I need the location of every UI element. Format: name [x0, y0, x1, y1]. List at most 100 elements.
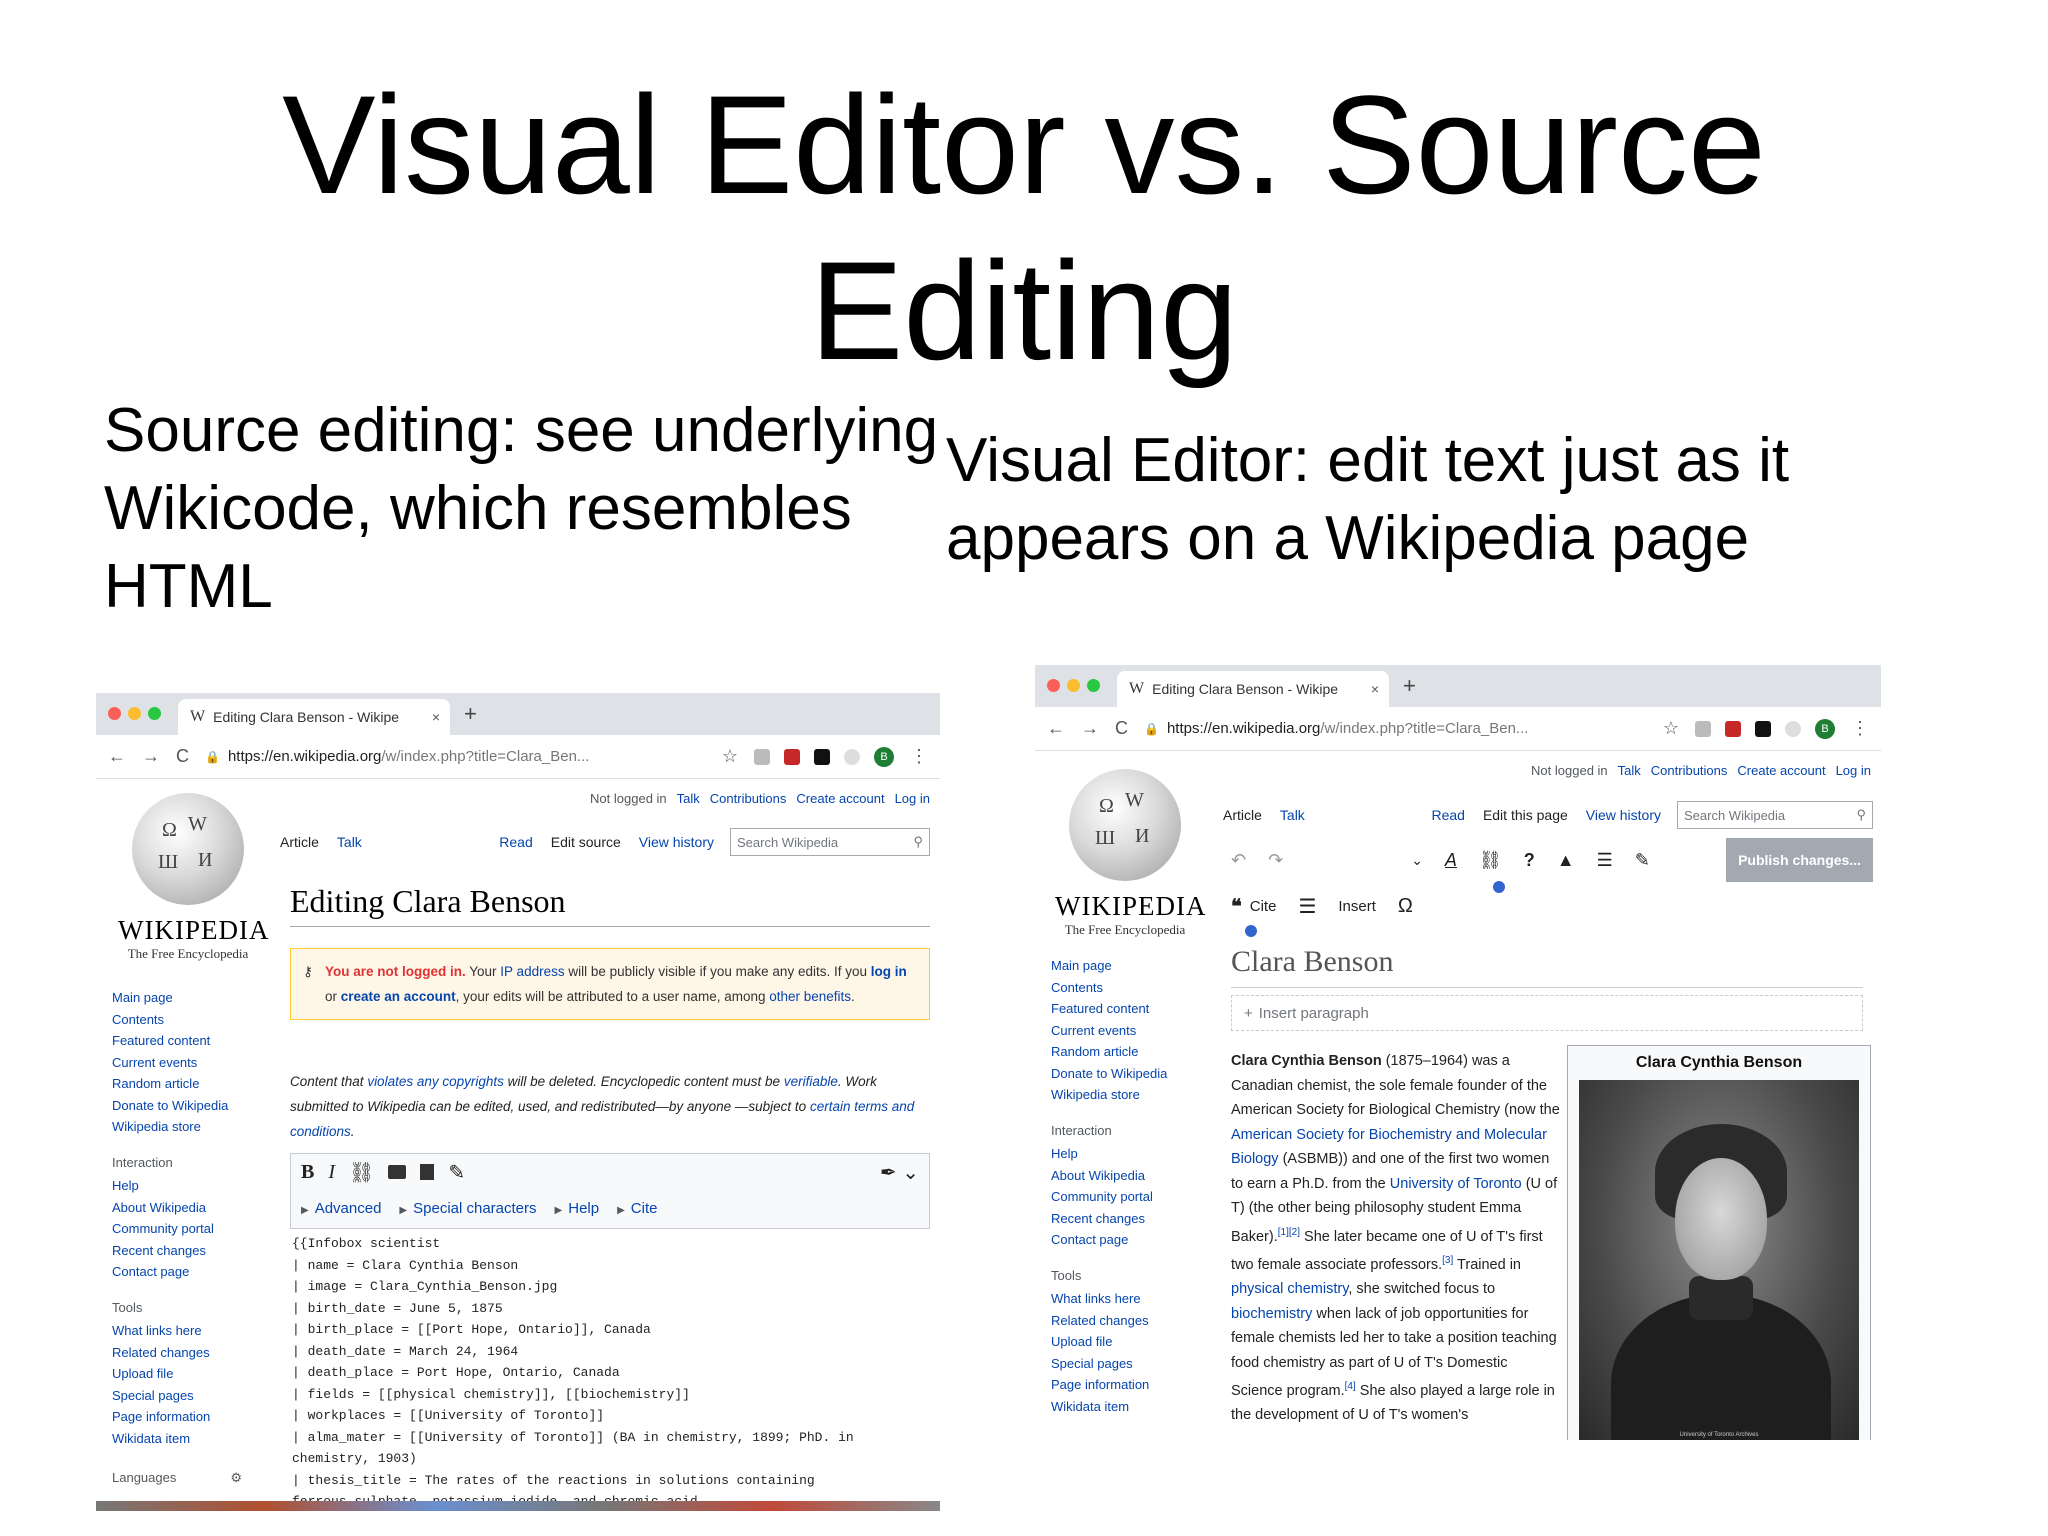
- minimize-window-button[interactable]: [1067, 679, 1080, 692]
- back-icon[interactable]: ←: [108, 746, 126, 767]
- publish-changes-button[interactable]: Publish changes...: [1726, 838, 1873, 882]
- browser-tab[interactable]: W Editing Clara Benson - Wikipe ×: [178, 699, 450, 735]
- search-icon[interactable]: ⚲: [1856, 807, 1866, 823]
- editing-mode-switch-icon[interactable]: ✒ ⌄: [880, 1160, 919, 1185]
- sidebar-item-donate[interactable]: Donate to Wikipedia: [112, 1095, 242, 1117]
- italic-button[interactable]: I: [328, 1161, 335, 1184]
- sidebar-item-recent-changes[interactable]: Recent changes: [112, 1240, 242, 1262]
- copyrights-link[interactable]: violates any copyrights: [367, 1074, 504, 1089]
- sidebar-item-help[interactable]: Help: [1051, 1143, 1167, 1165]
- insert-paragraph-button[interactable]: + Insert paragraph: [1231, 995, 1863, 1031]
- sidebar-item-current-events[interactable]: Current events: [1051, 1020, 1167, 1042]
- sidebar-item-featured-content[interactable]: Featured content: [112, 1030, 242, 1052]
- sidebar-item-special-pages[interactable]: Special pages: [112, 1385, 242, 1407]
- notice-create-account-link[interactable]: create an account: [341, 989, 456, 1004]
- sidebar-item-about[interactable]: About Wikipedia: [1051, 1165, 1167, 1187]
- undo-icon[interactable]: ↶: [1231, 850, 1246, 871]
- special-character-omega-icon[interactable]: Ω: [1398, 895, 1413, 918]
- paragraph-format-chevron-icon[interactable]: ⌄: [1411, 852, 1423, 869]
- toolbar-cite[interactable]: ▶ Cite: [617, 1200, 657, 1217]
- extension-icon[interactable]: [1725, 720, 1741, 737]
- text-style-button[interactable]: A: [1445, 850, 1457, 871]
- close-window-button[interactable]: [1047, 679, 1060, 692]
- contributions-link[interactable]: Contributions: [710, 791, 787, 806]
- forward-icon[interactable]: →: [1081, 718, 1099, 739]
- physical-chemistry-link[interactable]: physical chemistry: [1231, 1281, 1348, 1297]
- infobox[interactable]: Clara Cynthia Benson University of Toron…: [1567, 1045, 1871, 1440]
- talk-link[interactable]: Talk: [677, 791, 700, 806]
- list-icon[interactable]: ☰: [1298, 894, 1316, 919]
- search-input[interactable]: Search Wikipedia ⚲: [730, 828, 930, 856]
- new-tab-button[interactable]: +: [464, 701, 477, 727]
- close-tab-icon[interactable]: ×: [432, 709, 440, 725]
- sidebar-item-community-portal[interactable]: Community portal: [1051, 1186, 1167, 1208]
- article-paragraph[interactable]: Clara Cynthia Benson (1875–1964) was a C…: [1231, 1049, 1561, 1428]
- warning-icon[interactable]: ▲: [1557, 850, 1575, 871]
- biochemistry-link[interactable]: biochemistry: [1231, 1306, 1312, 1322]
- other-benefits-link[interactable]: other benefits: [769, 989, 851, 1004]
- sidebar-item-contact[interactable]: Contact page: [1051, 1229, 1167, 1251]
- login-link[interactable]: Log in: [895, 791, 930, 806]
- verifiable-link[interactable]: verifiable: [784, 1074, 838, 1089]
- wikitext-textarea[interactable]: {{Infobox scientist | name = Clara Cynth…: [292, 1233, 932, 1511]
- redo-icon[interactable]: ↷: [1268, 850, 1283, 871]
- bold-button[interactable]: B: [301, 1161, 314, 1184]
- bookmark-star-icon[interactable]: ☆: [722, 746, 738, 767]
- tab-article[interactable]: Article: [1223, 807, 1262, 823]
- close-tab-icon[interactable]: ×: [1371, 681, 1379, 697]
- edit-mode-pencil-icon[interactable]: ✎: [1635, 850, 1650, 871]
- bookmark-star-icon[interactable]: ☆: [1663, 718, 1679, 739]
- sidebar-item-recent-changes[interactable]: Recent changes: [1051, 1208, 1167, 1230]
- extension-icon[interactable]: [1695, 720, 1711, 737]
- sidebar-item-store[interactable]: Wikipedia store: [112, 1116, 242, 1138]
- page-title[interactable]: Clara Benson: [1231, 945, 1863, 988]
- sidebar-item-donate[interactable]: Donate to Wikipedia: [1051, 1063, 1167, 1085]
- toolbar-help[interactable]: ▶ Help: [555, 1200, 600, 1217]
- tab-read[interactable]: Read: [1431, 807, 1464, 823]
- extension-icon[interactable]: [1755, 720, 1771, 737]
- extension-icon[interactable]: [784, 748, 800, 765]
- ip-address-link[interactable]: IP address: [500, 964, 564, 979]
- url-field[interactable]: 🔒 https://en.wikipedia.org/w/index.php?t…: [1144, 720, 1647, 737]
- link-icon[interactable]: ⛓: [1479, 850, 1502, 871]
- extension-icon[interactable]: [754, 748, 770, 765]
- tab-read[interactable]: Read: [499, 834, 532, 850]
- sidebar-item-store[interactable]: Wikipedia store: [1051, 1084, 1167, 1106]
- contributions-link[interactable]: Contributions: [1651, 763, 1728, 778]
- login-link[interactable]: Log in: [1836, 763, 1871, 778]
- search-icon[interactable]: ⚲: [913, 834, 923, 850]
- extension-icon[interactable]: [1785, 720, 1801, 737]
- minimize-window-button[interactable]: [128, 707, 141, 720]
- language-settings-gear-icon[interactable]: ⚙: [230, 1467, 242, 1489]
- reload-icon[interactable]: C: [176, 746, 189, 767]
- sidebar-item-wikidata[interactable]: Wikidata item: [112, 1428, 242, 1450]
- tab-edit-source[interactable]: Edit source: [551, 834, 621, 850]
- help-icon[interactable]: ?: [1524, 850, 1535, 871]
- tab-edit-this-page[interactable]: Edit this page: [1483, 807, 1568, 823]
- sidebar-item-contact[interactable]: Contact page: [112, 1261, 242, 1283]
- wikipedia-logo[interactable]: ΩWШИ WIKIPEDIA The Free Encyclopedia: [1055, 769, 1205, 938]
- reload-icon[interactable]: C: [1115, 718, 1128, 739]
- sidebar-item-community-portal[interactable]: Community portal: [112, 1218, 242, 1240]
- sidebar-item-help[interactable]: Help: [112, 1175, 242, 1197]
- cite-button[interactable]: Cite: [1250, 898, 1277, 915]
- insert-menu[interactable]: Insert: [1338, 898, 1376, 915]
- sidebar-item-current-events[interactable]: Current events: [112, 1052, 242, 1074]
- signature-pen-icon[interactable]: ✎: [448, 1160, 465, 1185]
- sidebar-item-random-article[interactable]: Random article: [112, 1073, 242, 1095]
- create-account-link[interactable]: Create account: [796, 791, 884, 806]
- profile-avatar[interactable]: B: [874, 746, 894, 767]
- tab-talk[interactable]: Talk: [337, 834, 362, 850]
- toolbar-advanced[interactable]: ▶ Advanced: [301, 1200, 381, 1217]
- tab-article[interactable]: Article: [280, 834, 319, 850]
- sidebar-item-about[interactable]: About Wikipedia: [112, 1197, 242, 1219]
- url-field[interactable]: 🔒 https://en.wikipedia.org/w/index.php?t…: [205, 748, 706, 765]
- reference-icon[interactable]: [420, 1164, 435, 1180]
- talk-link[interactable]: Talk: [1618, 763, 1641, 778]
- sidebar-item-page-information[interactable]: Page information: [1051, 1374, 1167, 1396]
- reference-marker[interactable]: [4]: [1345, 1381, 1356, 1392]
- tab-talk[interactable]: Talk: [1280, 807, 1305, 823]
- extension-icon[interactable]: [844, 748, 860, 765]
- link-icon[interactable]: ⛓: [349, 1160, 374, 1185]
- browser-menu-icon[interactable]: ⋮: [1851, 718, 1869, 739]
